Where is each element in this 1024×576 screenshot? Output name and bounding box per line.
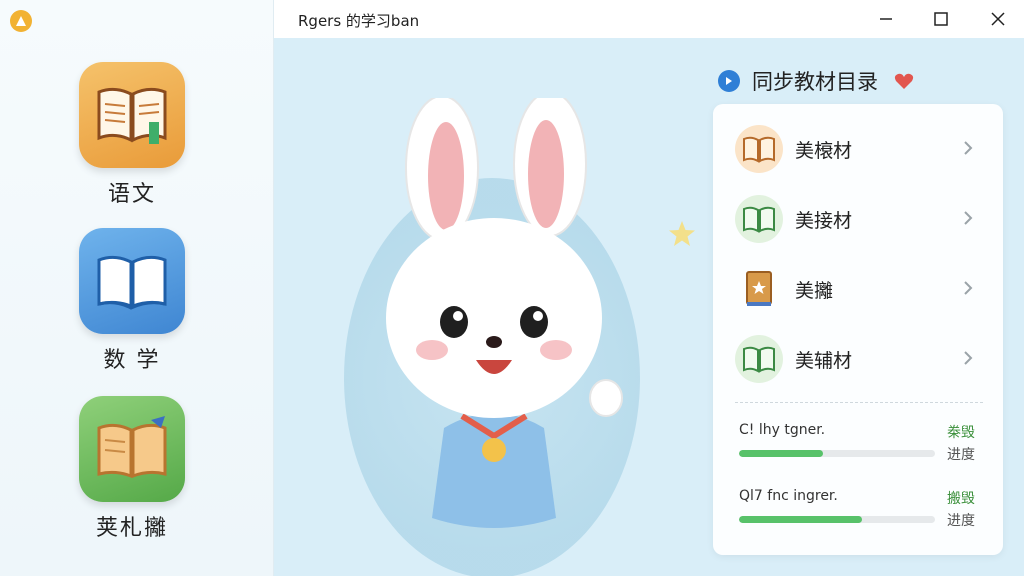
storybook-icon — [79, 396, 185, 502]
progress-bar — [739, 516, 935, 523]
chevron-right-icon — [963, 279, 973, 300]
app-window: 语文 数 学 荚札攡 Rgers 的学习ban 同步教材目录 美榱材 美接材 美… — [0, 0, 1024, 576]
progress-bar-fill — [739, 516, 863, 523]
progress-bar — [739, 450, 935, 457]
chevron-right-icon — [963, 349, 973, 370]
divider — [735, 402, 983, 403]
minimize-button[interactable] — [871, 4, 901, 34]
book-icon — [735, 195, 783, 243]
book-label: 美榱材 — [795, 139, 853, 162]
book-label: 美接材 — [795, 209, 853, 232]
progress-tag: 搬毁 — [947, 491, 975, 507]
bunny-mascot — [386, 98, 623, 528]
maximize-button[interactable] — [926, 4, 956, 34]
subject-chinese[interactable]: 语文 — [78, 62, 186, 208]
book-icon — [735, 125, 783, 173]
mascot-scene — [274, 38, 710, 576]
sidebar: 语文 数 学 荚札攡 — [0, 0, 274, 576]
book-list-item[interactable]: 美攡 — [713, 256, 1003, 322]
progress-item: C! lhy tgner. 桊毁 进度 — [739, 422, 989, 463]
heart-icon[interactable] — [894, 72, 914, 90]
panel-header: 同步教材目录 — [718, 66, 914, 96]
textbook-list-panel: 美榱材 美接材 美攡 美辅材 C! lhy tgner. 桊毁 进度 Ql7 f… — [713, 104, 1003, 555]
progress-status: 进度 — [947, 513, 975, 529]
progress-item: Ql7 fnc ingrer. 搬毁 进度 — [739, 488, 989, 529]
book-icon — [735, 335, 783, 383]
book-list-item[interactable]: 美辅材 — [713, 326, 1003, 392]
book-label: 美辅材 — [795, 349, 853, 372]
book-bookmark-icon — [79, 62, 185, 168]
closed-book-icon — [735, 265, 783, 313]
star-icon — [669, 221, 695, 246]
subject-reading[interactable]: 荚札攡 — [78, 396, 186, 542]
subject-label: 语文 — [107, 182, 156, 207]
play-circle-icon — [718, 70, 740, 92]
book-list-item[interactable]: 美接材 — [713, 186, 1003, 252]
subject-math[interactable]: 数 学 — [78, 228, 186, 374]
open-book-icon — [79, 228, 185, 334]
window-title: Rgers 的学习ban — [298, 12, 420, 30]
app-logo-icon — [10, 10, 32, 32]
title-bar: Rgers 的学习ban — [274, 0, 1024, 38]
chevron-right-icon — [963, 139, 973, 160]
panel-title: 同步教材目录 — [752, 70, 878, 94]
chevron-right-icon — [963, 209, 973, 230]
progress-tag: 桊毁 — [947, 425, 975, 441]
book-label: 美攡 — [795, 279, 834, 302]
subject-label: 数 学 — [103, 348, 161, 373]
progress-bar-fill — [739, 450, 824, 457]
book-list-item[interactable]: 美榱材 — [713, 116, 1003, 182]
subject-label: 荚札攡 — [95, 516, 168, 541]
close-button[interactable] — [983, 4, 1013, 34]
progress-status: 进度 — [947, 447, 975, 463]
